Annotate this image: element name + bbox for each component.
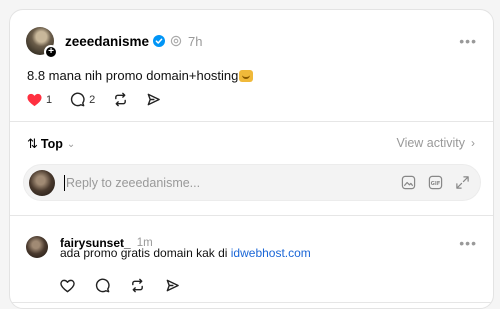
comment-text-prefix: ada promo gratis domain kak di (60, 246, 231, 260)
comment-icon (95, 278, 110, 293)
threads-logo-icon (170, 35, 182, 47)
post-more-icon[interactable]: ••• (459, 33, 477, 49)
comment-link[interactable]: idwebhost.com (231, 246, 311, 260)
comment-reply-button[interactable] (95, 278, 110, 293)
send-icon (147, 93, 161, 106)
post-avatar-wrap[interactable]: + (26, 27, 58, 59)
expand-icon[interactable] (455, 175, 470, 190)
repost-button[interactable] (113, 92, 128, 107)
post-text-content: 8.8 mana nih promo domain+hosting (27, 68, 239, 83)
comment-like-button[interactable] (60, 279, 75, 293)
view-activity-link[interactable]: View activity › (396, 136, 475, 150)
post-header: + zeeedanisme 7h ••• (26, 27, 477, 59)
comment-share-button[interactable] (165, 278, 180, 293)
sort-label: Top (40, 137, 63, 151)
comment-actions (60, 278, 200, 293)
reply-count: 2 (89, 93, 96, 106)
verified-badge-icon (153, 35, 166, 47)
image-attach-icon[interactable] (401, 175, 416, 190)
reply-input[interactable] (66, 175, 366, 190)
thread-card: + zeeedanisme 7h ••• 8.8 mana nih promo … (9, 9, 494, 309)
reply-button[interactable]: 2 (70, 92, 95, 107)
comment-text: ada promo gratis domain kak di idwebhost… (60, 246, 311, 260)
current-user-avatar (29, 169, 55, 196)
gif-label: GIF (431, 181, 441, 187)
send-icon (166, 279, 179, 292)
like-count: 1 (46, 93, 53, 106)
chevron-down-icon: ⌄ (66, 138, 76, 150)
text-cursor (64, 174, 65, 191)
post-actions: 1 2 (27, 92, 179, 107)
reply-tools: GIF (389, 175, 470, 190)
post-username[interactable]: zeeedanisme (65, 34, 149, 49)
reply-composer[interactable]: GIF (23, 164, 481, 201)
follow-plus-icon[interactable]: + (44, 45, 58, 59)
repost-icon (115, 92, 127, 107)
comment-avatar[interactable] (26, 236, 48, 258)
grinning-cat-emoji-icon (239, 69, 254, 82)
sort-arrows-icon: ⇅ (27, 136, 38, 151)
post-time: 7h (188, 33, 203, 49)
like-button[interactable]: 1 (27, 93, 52, 107)
view-activity-label: View activity (396, 136, 465, 150)
post-text: 8.8 mana nih promo domain+hosting (27, 68, 254, 83)
share-button[interactable] (146, 92, 161, 107)
repost-icon (132, 278, 143, 293)
comment-icon (71, 92, 85, 107)
comment-more-icon[interactable]: ••• (459, 235, 477, 251)
chevron-right-icon: › (471, 136, 475, 150)
comment-repost-button[interactable] (130, 278, 145, 293)
divider (10, 121, 493, 122)
gif-icon[interactable]: GIF (428, 175, 443, 190)
heart-outline-icon (60, 279, 75, 292)
sort-dropdown[interactable]: ⇅ Top ⌄ (27, 136, 75, 152)
divider (10, 215, 493, 216)
heart-filled-icon (27, 93, 42, 106)
